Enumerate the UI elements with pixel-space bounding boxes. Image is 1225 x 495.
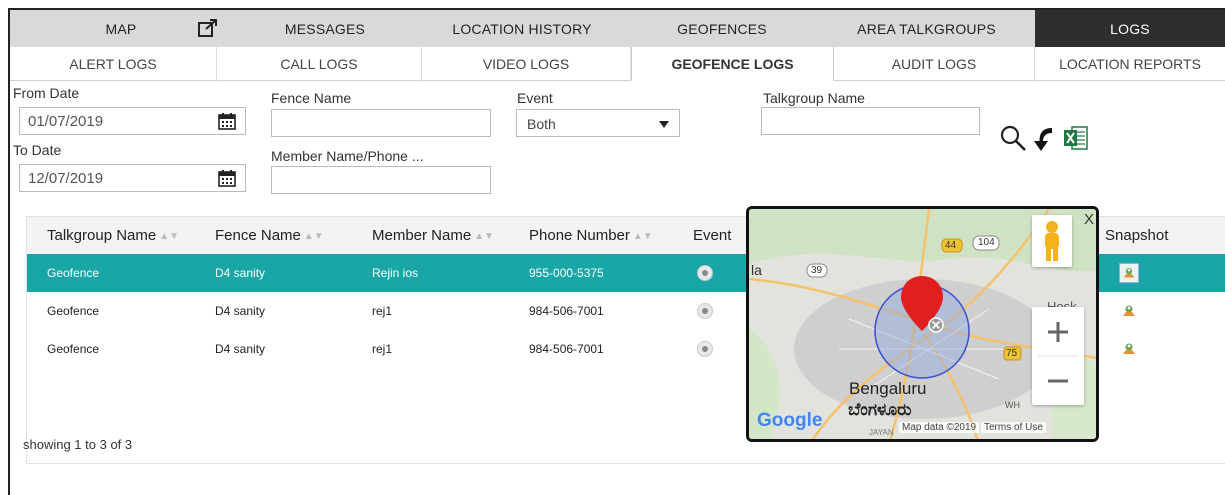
map-popup[interactable]: 44 104 39 75 la Hosk WH Bengaluru ಬೆಂಗಳೂ… (746, 206, 1099, 442)
map-snapshot-icon[interactable] (1119, 263, 1139, 283)
google-logo: Google (757, 410, 823, 431)
col-fence-name[interactable]: Fence Name ▲▼ (215, 217, 324, 254)
subtab-audit-logs[interactable]: AUDIT LOGS (834, 47, 1035, 81)
tab-geofences-label: GEOFENCES (677, 20, 767, 37)
popout-icon[interactable] (198, 19, 218, 37)
col-phone-number-label: Phone Number (529, 227, 630, 244)
tab-area-talkgroups-label: AREA TALKGROUPS (857, 20, 996, 37)
tab-geofences[interactable]: GEOFENCES (626, 10, 818, 47)
pagination-info: showing 1 to 3 of 3 (23, 437, 133, 452)
tab-map[interactable]: MAP (10, 10, 232, 47)
col-snapshot: Snapshot (1105, 217, 1168, 254)
chevron-down-icon (659, 121, 669, 128)
cell-talkgroup: Geofence (47, 266, 100, 280)
cell-talkgroup: Geofence (47, 342, 100, 356)
subtab-location-reports[interactable]: LOCATION REPORTS (1035, 47, 1225, 81)
map-city-label: Bengaluru (849, 379, 927, 398)
from-date-input[interactable] (19, 107, 246, 135)
sort-icon[interactable]: ▲▼ (633, 218, 653, 255)
from-date-calendar-icon[interactable] (218, 112, 236, 130)
road-marker-75: 75 (1006, 348, 1018, 359)
map-snapshot-icon[interactable] (1119, 339, 1139, 359)
cell-fence: D4 sanity (215, 342, 266, 356)
geofence-exit-icon (697, 341, 713, 357)
cell-phone: 984-506-7001 (529, 304, 604, 318)
sort-icon[interactable]: ▲▼ (474, 218, 494, 255)
fence-name-label: Fence Name (271, 90, 352, 106)
road-marker-44: 44 (945, 240, 957, 251)
excel-export-icon[interactable] (1063, 124, 1089, 152)
tab-messages[interactable]: MESSAGES (232, 10, 418, 47)
zoom-controls (1032, 307, 1084, 405)
reset-icon[interactable] (1032, 124, 1058, 152)
map-close-icon[interactable]: X (1084, 211, 1094, 228)
talkgroup-name-input[interactable] (761, 107, 980, 135)
pegman-icon[interactable] (1032, 215, 1072, 267)
col-phone-number[interactable]: Phone Number ▲▼ (529, 217, 653, 254)
subtab-alert-logs[interactable]: ALERT LOGS (10, 47, 217, 81)
terms-of-use-link[interactable]: Terms of Use (981, 422, 1046, 433)
zoom-out-button[interactable] (1032, 356, 1084, 405)
geofence-enter-icon (697, 265, 713, 281)
cell-member: rej1 (372, 342, 393, 356)
cell-talkgroup: Geofence (47, 304, 100, 318)
map-snapshot-icon[interactable] (1119, 301, 1139, 321)
map-place-partial-wh: WH (1005, 400, 1020, 410)
map-place-partial-bottom: JAYAN (869, 428, 894, 437)
map-data-attribution: Map data ©2019 (899, 422, 980, 433)
sort-icon[interactable]: ▲▼ (304, 218, 324, 255)
talkgroup-name-label: Talkgroup Name (763, 90, 865, 106)
to-date-input[interactable] (19, 164, 246, 192)
col-event[interactable]: Event (693, 217, 731, 254)
cell-member: Rejin ios (372, 266, 419, 280)
subtab-geofence-logs[interactable]: GEOFENCE LOGS (631, 47, 834, 81)
map-city-label-kannada: ಬೆಂಗಳೂರು (848, 400, 912, 419)
col-member-name[interactable]: Member Name ▲▼ (372, 217, 494, 254)
cell-member: rej1 (372, 304, 393, 318)
event-select-value: Both (527, 116, 556, 132)
sort-icon[interactable]: ▲▼ (159, 218, 179, 255)
event-select[interactable]: Both (516, 109, 680, 137)
subtab-video-logs-label: VIDEO LOGS (482, 56, 570, 72)
col-event-label: Event (693, 227, 732, 244)
subtab-location-reports-label: LOCATION REPORTS (1059, 56, 1201, 72)
map-place-partial-left: la (751, 262, 762, 278)
tab-logs-label: LOGS (1110, 20, 1150, 37)
cell-fence: D4 sanity (215, 266, 266, 280)
subtab-geofence-logs-label: GEOFENCE LOGS (671, 55, 794, 72)
to-date-calendar-icon[interactable] (218, 169, 236, 187)
event-label: Event (517, 90, 553, 106)
cell-phone: 984-506-7001 (529, 342, 604, 356)
col-talkgroup-name[interactable]: Talkgroup Name ▲▼ (47, 217, 179, 254)
subtab-call-logs-label: CALL LOGS (280, 56, 358, 72)
tab-location-history-label: LOCATION HISTORY (452, 20, 592, 37)
col-talkgroup-name-label: Talkgroup Name (47, 227, 157, 244)
tab-logs[interactable]: LOGS (1035, 10, 1225, 47)
road-marker-39: 39 (811, 265, 823, 276)
member-name-label: Member Name/Phone ... (271, 148, 424, 164)
subtab-alert-logs-label: ALERT LOGS (69, 56, 157, 72)
tab-map-label: MAP (105, 20, 137, 37)
member-name-input[interactable] (271, 166, 491, 194)
top-nav-tabs: MAP MESSAGES LOCATION HISTORY GEOFENCES … (10, 10, 1225, 47)
zoom-in-button[interactable] (1032, 307, 1084, 356)
col-fence-name-label: Fence Name (215, 227, 301, 244)
search-icon[interactable] (999, 124, 1027, 152)
geofence-exit-icon (697, 303, 713, 319)
road-marker-104: 104 (978, 237, 995, 248)
col-snapshot-label: Snapshot (1105, 227, 1169, 244)
subtab-video-logs[interactable]: VIDEO LOGS (422, 47, 631, 81)
col-member-name-label: Member Name (372, 227, 472, 244)
to-date-label: To Date (13, 142, 62, 158)
cell-phone: 955-000-5375 (529, 266, 604, 280)
tab-location-history[interactable]: LOCATION HISTORY (418, 10, 626, 47)
tab-area-talkgroups[interactable]: AREA TALKGROUPS (818, 10, 1035, 47)
from-date-label: From Date (13, 85, 80, 101)
fence-name-input[interactable] (271, 109, 491, 137)
tab-messages-label: MESSAGES (284, 20, 366, 37)
sub-nav-tabs: ALERT LOGS CALL LOGS VIDEO LOGS GEOFENCE… (10, 47, 1225, 81)
cell-fence: D4 sanity (215, 304, 266, 318)
subtab-audit-logs-label: AUDIT LOGS (891, 56, 977, 72)
subtab-call-logs[interactable]: CALL LOGS (217, 47, 422, 81)
